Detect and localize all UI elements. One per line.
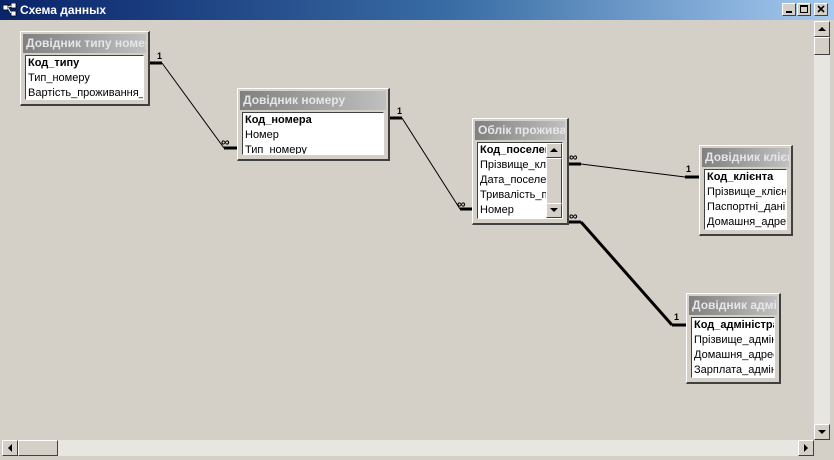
field-item[interactable]: Тип_номеру [26,71,143,86]
horizontal-scroll-thumb[interactable] [18,440,58,456]
scroll-thumb[interactable] [546,158,562,204]
cardinality-many-label: ∞ [221,135,230,149]
relationship-line-room-stay[interactable] [389,116,472,211]
table-title[interactable]: Довідник типу номеру [23,34,146,53]
maximize-button[interactable] [797,3,811,16]
field-item[interactable]: Прізвище_адміністратора [692,333,774,348]
minimize-icon [786,11,792,13]
field-primary-key[interactable]: Код_типу [26,56,143,71]
field-item[interactable]: Вартість_проживання_ [26,86,143,99]
scroll-down-button[interactable] [814,424,830,440]
field-item[interactable]: Прізвище_клієнта [478,158,546,173]
horizontal-scrollbar[interactable] [2,440,814,456]
field-list[interactable]: Код_типу Тип_номеру Вартість_проживання_ [25,55,144,100]
field-item[interactable]: Домашня_адреса [705,215,786,229]
scrollbar-corner [814,440,830,456]
field-primary-key[interactable]: Код_адміністратора [692,318,774,333]
cardinality-many-label: ∞ [569,209,578,223]
arrow-left-icon [8,444,12,452]
minimize-button[interactable] [782,3,796,16]
field-list[interactable]: Код_поселення Прізвище_клієнта Дата_посе… [477,142,563,219]
relationships-window: Схема данных 1 ∞ 1 ∞ ∞ 1 ∞ 1 Довідник ти… [0,0,834,458]
scroll-up-button[interactable] [546,143,562,158]
field-item[interactable]: Паспортні_дані [705,200,786,215]
field-item[interactable]: Номер [478,203,546,218]
field-item[interactable]: Номер [243,128,383,143]
cardinality-one-label: 1 [157,51,163,61]
field-list-viewport: Код_поселення Прізвище_клієнта Дата_посе… [478,143,546,218]
table-title[interactable]: Облік проживання [475,121,565,140]
scroll-down-button[interactable] [546,203,562,218]
field-item[interactable]: Дата_поселення [478,173,546,188]
maximize-icon [800,5,808,13]
window-title: Схема данных [20,3,106,17]
scroll-left-button[interactable] [2,440,18,456]
field-item[interactable]: Домашня_адреса [692,348,774,363]
field-item[interactable]: Тип_номеру [243,143,383,154]
cardinality-many-label: ∞ [457,197,466,211]
arrow-up-icon [550,148,558,152]
relationship-line-stay-client[interactable] [568,162,699,179]
relationships-canvas[interactable]: 1 ∞ 1 ∞ ∞ 1 ∞ 1 Довідник типу номеру Код… [2,21,814,440]
field-item[interactable]: Тривалість_проживання [478,188,546,203]
table-title[interactable]: Довідник клієнтів [702,148,789,167]
field-primary-key[interactable]: Код_номера [243,113,383,128]
field-list[interactable]: Код_адміністратора Прізвище_адміністрато… [691,317,775,378]
field-list[interactable]: Код_номера Номер Тип_номеру [242,112,384,155]
arrow-down-icon [550,208,558,212]
vertical-scroll-thumb[interactable] [814,37,830,55]
field-list[interactable]: Код_клієнта Прізвище_клієнта Паспортні_д… [704,169,787,230]
relationship-line-stay-admin[interactable] [568,220,688,327]
arrow-up-icon [818,27,826,31]
close-icon [817,5,825,13]
cardinality-one-label: 1 [686,164,692,174]
table-window-room[interactable]: Довідник номеру Код_номера Номер Тип_ном… [237,88,390,161]
table-window-administrators[interactable]: Довідник адміністраторів Код_адміністрат… [686,293,781,384]
table-window-stay-log[interactable]: Облік проживання Код_поселення Прізвище_… [472,118,569,225]
scroll-up-button[interactable] [814,21,830,37]
scroll-right-button[interactable] [798,440,814,456]
field-primary-key[interactable]: Код_клієнта [705,170,786,185]
close-button[interactable] [814,3,828,16]
table-title[interactable]: Довідник адміністраторів [689,296,777,315]
table-title[interactable]: Довідник номеру [240,91,386,110]
arrow-right-icon [804,444,808,452]
arrow-down-icon [818,430,826,434]
relationships-app-icon [3,3,17,17]
table-window-room-type[interactable]: Довідник типу номеру Код_типу Тип_номеру… [20,31,150,106]
table-window-clients[interactable]: Довідник клієнтів Код_клієнта Прізвище_к… [699,145,793,236]
field-item[interactable]: Зарплата_адміністратора [692,363,774,377]
field-list-scrollbar[interactable] [546,143,562,218]
title-bar[interactable]: Схема данных [0,0,834,20]
cardinality-one-label: 1 [397,106,403,116]
vertical-scrollbar[interactable] [814,21,830,440]
cardinality-one-label: 1 [674,312,680,322]
field-item[interactable]: Прізвище_клієнта [705,185,786,200]
cardinality-many-label: ∞ [569,150,578,164]
field-primary-key[interactable]: Код_поселення [478,143,546,158]
